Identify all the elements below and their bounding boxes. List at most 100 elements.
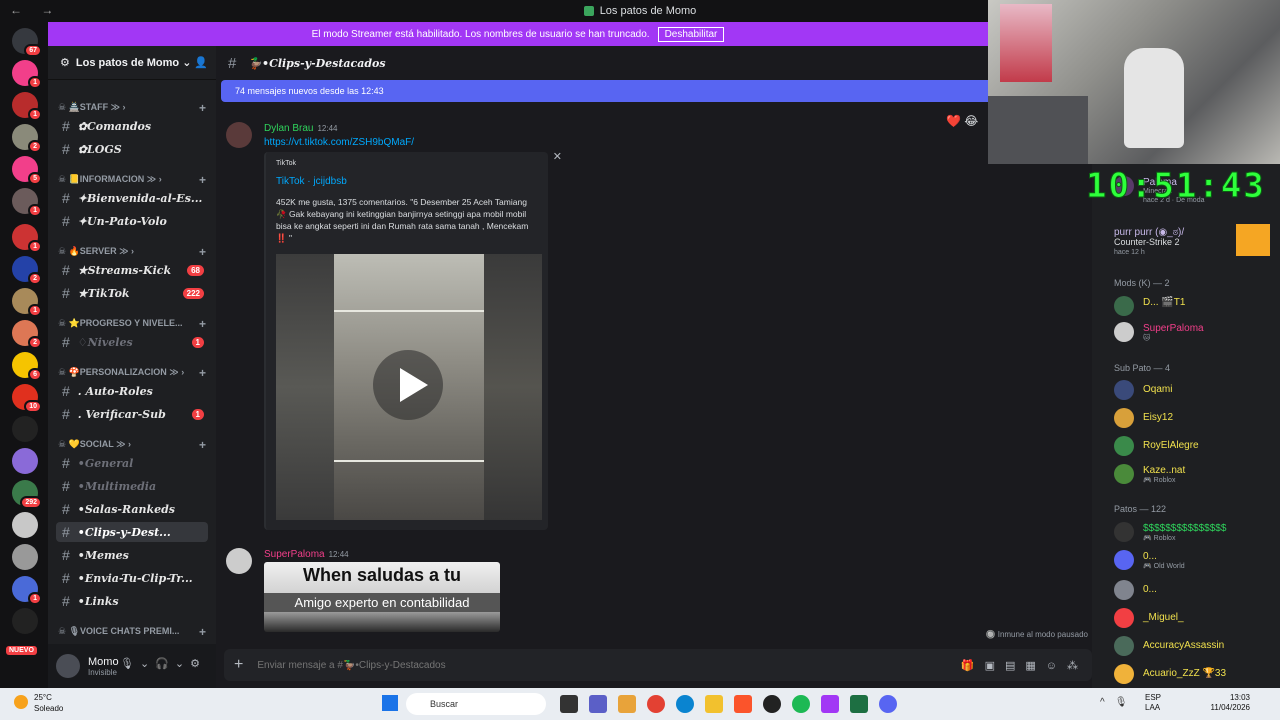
channel-item[interactable]: # ✿Comandos <box>56 116 208 136</box>
badge: 1 <box>28 76 42 89</box>
app-icon[interactable] <box>589 695 607 713</box>
channel-item[interactable]: # ✦Bienvenida-al-Es... <box>56 188 208 208</box>
member-item[interactable]: _Miguel_ <box>1114 606 1274 630</box>
server-icon[interactable]: 6 <box>12 352 42 381</box>
video-player[interactable] <box>276 254 542 520</box>
app-icon[interactable] <box>821 695 839 713</box>
server-icon[interactable]: 5 <box>12 156 42 185</box>
category[interactable]: ☠ 🍄PERSONALIZACION ≫ › + <box>58 366 208 380</box>
channel-item[interactable]: #. Auto-Roles <box>56 381 208 401</box>
server-icon[interactable] <box>12 544 38 570</box>
brave-icon[interactable] <box>734 695 752 713</box>
category[interactable]: ☠ ⭐PROGRESO Y NIVELE... + <box>58 317 208 331</box>
channel-item[interactable]: # ✦Un-Pato-Volo <box>56 211 208 231</box>
chat-area: # 🦆•Clips-y-Destacados 74 mensajes nuevos… <box>216 46 1092 688</box>
app-icon[interactable] <box>560 695 578 713</box>
embed-title[interactable]: TikTok · jcijdbsb <box>276 176 347 187</box>
clock-date[interactable]: 13:03 11/04/2026 <box>1211 693 1250 713</box>
invite-icon[interactable]: 👤 <box>194 56 208 69</box>
streamer-text: El modo Streamer está habilitado. Los no… <box>311 28 650 40</box>
voice-controls[interactable]: 🎙⌄🎧⌄⚙ <box>120 657 206 670</box>
category[interactable]: ☠ 🔥SERVER ≫ › + <box>58 245 208 259</box>
channel-item[interactable]: # •Memes <box>56 545 208 565</box>
nav-arrows[interactable]: ← → <box>10 3 61 17</box>
member-item[interactable]: AccuracyAssassin <box>1114 634 1274 658</box>
avatar[interactable] <box>226 122 252 148</box>
server-icon[interactable]: 1 <box>12 60 42 89</box>
server-icon[interactable]: 1 <box>12 576 42 605</box>
author-name[interactable]: SuperPaloma <box>264 549 325 560</box>
channel-item[interactable]: # ♢Niveles 1 <box>56 332 208 352</box>
member-item[interactable]: Eisy12 <box>1114 406 1274 430</box>
composer-tools[interactable]: 🎁▣▤▦☺⁂ <box>961 659 1088 672</box>
spotify-icon[interactable] <box>792 695 810 713</box>
member-item[interactable]: Kaze..nat 🎮 Roblox <box>1114 462 1274 486</box>
server-icon[interactable]: 292 <box>12 480 42 509</box>
windows-start-icon[interactable] <box>382 695 398 711</box>
category[interactable]: ☠ 🎙VOICE CHATS PREMI... + <box>58 625 208 639</box>
channel-item[interactable]: # ✿LOGS <box>56 139 208 159</box>
app-icon[interactable] <box>618 695 636 713</box>
taskbar-search[interactable]: Buscar <box>406 693 546 715</box>
channel-item[interactable]: # •Envia-Tu-Clip-Tr... <box>56 568 208 588</box>
server-icon[interactable] <box>12 448 38 474</box>
server-icon[interactable]: 2 <box>12 256 42 285</box>
taskbar: 25°C Soleado Buscar ^🎙 ESP LAA 13:03 11/04… <box>0 688 1280 720</box>
streamer-mode-bar: El modo Streamer está habilitado. Los no… <box>48 22 988 46</box>
member-item[interactable]: 0... 🎮 Old World <box>1114 548 1274 572</box>
category[interactable]: ☠ 📒INFORMACION ≫ › + <box>58 173 208 187</box>
server-icon[interactable]: 1 <box>12 188 42 217</box>
server-icon[interactable]: 1 <box>12 224 42 253</box>
edge-icon[interactable] <box>676 695 694 713</box>
server-icon[interactable] <box>12 608 38 634</box>
folder-icon[interactable] <box>705 695 723 713</box>
server-icon[interactable]: 1 <box>12 288 42 317</box>
close-icon[interactable]: ✕ <box>553 150 562 163</box>
badge: 5 <box>28 172 42 185</box>
server-header[interactable]: ⚙ Los patos de Momo ⌄ 👤 <box>48 46 216 80</box>
member-list: Paloma Minecraft hace 2 d · De moda purr p… <box>1092 164 1280 688</box>
channel-item[interactable]: # •Links <box>56 591 208 611</box>
member-item[interactable]: Oqami <box>1114 378 1274 402</box>
member-item[interactable]: RoyElAlegre <box>1114 434 1274 458</box>
author-name[interactable]: Dylan Brau <box>264 123 313 134</box>
message-input[interactable] <box>257 659 961 671</box>
member-item[interactable]: SuperPaloma 🐱 <box>1114 320 1274 344</box>
system-tray[interactable]: ^🎙 <box>1100 697 1137 708</box>
member-item[interactable]: $$$$$$$$$$$$$$$ 🎮 Roblox <box>1114 520 1274 544</box>
discord-icon[interactable] <box>879 695 897 713</box>
excel-icon[interactable] <box>850 695 868 713</box>
channel-item-active[interactable]: # •Clips-y-Dest... <box>56 522 208 542</box>
server-icon[interactable]: 1 <box>12 92 42 121</box>
disable-button[interactable]: Deshabilitar <box>657 26 725 42</box>
member-group-title: Sub Pato — 4 <box>1114 363 1171 373</box>
app-icon[interactable] <box>763 695 781 713</box>
server-icon[interactable]: 2 <box>12 124 42 153</box>
server-icon[interactable]: 10 <box>12 384 42 413</box>
server-icon[interactable] <box>12 512 38 538</box>
language-indicator[interactable]: ESP LAA <box>1145 693 1161 713</box>
message-link[interactable]: https://vt.tiktok.com/ZSH9bQMaF/ <box>264 137 414 148</box>
channel-item[interactable]: # •General <box>56 453 208 473</box>
channel-item[interactable]: #. Verificar-Sub 1 <box>56 404 208 424</box>
server-icon[interactable] <box>12 416 38 442</box>
member-item[interactable]: Acuario_ZzZ 🏆33 <box>1114 662 1274 686</box>
member-item[interactable]: 0... <box>1114 578 1274 602</box>
channel-item[interactable]: # •Multimedia <box>56 476 208 496</box>
channel-item[interactable]: # ★Streams-Kick 68 <box>56 260 208 280</box>
avatar[interactable] <box>56 654 80 678</box>
member-item[interactable]: D... 🎬T1 <box>1114 294 1274 318</box>
chrome-icon[interactable] <box>647 695 665 713</box>
avatar[interactable] <box>226 548 252 574</box>
reactions[interactable]: ❤️ 😂 <box>946 114 978 128</box>
new-messages-bar[interactable]: 74 mensajes nuevos desde las 12:43 <box>221 80 992 102</box>
category[interactable]: ☠ 🏯STAFF ≫ › + <box>58 101 208 115</box>
dm-icon[interactable]: 67 <box>12 28 42 57</box>
channel-item[interactable]: # •Salas-Rankeds <box>56 499 208 519</box>
add-attachment-icon[interactable]: + <box>234 656 243 674</box>
channel-item[interactable]: # ★TikTok 222 <box>56 283 208 303</box>
member-item[interactable]: purr purr (◉_ಠ)/Counter-Strike 2 hace 12 … <box>1114 224 1274 256</box>
category[interactable]: ☠ 💛SOCIAL ≫ › + <box>58 438 208 452</box>
meme-image[interactable]: When saludas a tu Amigo experto en conta… <box>264 562 500 632</box>
server-icon[interactable]: 2 <box>12 320 42 349</box>
